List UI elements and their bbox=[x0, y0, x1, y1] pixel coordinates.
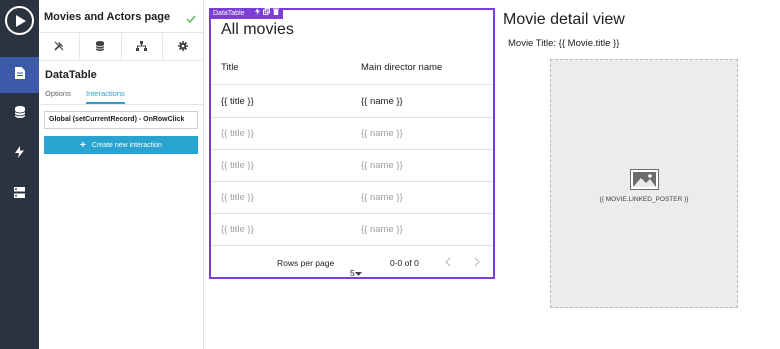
component-name: DataTable bbox=[45, 69, 97, 81]
column-header-title[interactable]: Title bbox=[221, 62, 239, 73]
title-cell: {{ title }} bbox=[221, 128, 254, 139]
poster-caption: {{ MOVIE.LINKED_POSTER }} bbox=[599, 196, 689, 203]
title-cell: {{ title }} bbox=[221, 224, 254, 235]
inspector-toolbar bbox=[39, 32, 203, 61]
page-title: Movies and Actors page bbox=[44, 11, 171, 23]
play-icon[interactable] bbox=[5, 6, 34, 35]
left-rail bbox=[0, 0, 39, 349]
inspector-panel: Movies and Actors page DataTable Options… bbox=[39, 0, 204, 349]
settings-tab-button[interactable] bbox=[163, 33, 203, 60]
director-cell: {{ name }} bbox=[361, 128, 403, 139]
title-cell: {{ title }} bbox=[221, 160, 254, 171]
datatable-component[interactable]: DataTable All movies Title Main director… bbox=[209, 8, 495, 279]
table-row[interactable]: {{ title }} {{ name }} bbox=[211, 86, 493, 118]
pages-nav-button[interactable] bbox=[0, 57, 39, 93]
hierarchy-icon bbox=[136, 38, 148, 56]
tab-options[interactable]: Options bbox=[45, 89, 71, 102]
rows-per-page-label: Rows per page bbox=[277, 258, 335, 268]
create-interaction-label: Create new interaction bbox=[91, 141, 162, 149]
table-heading: All movies bbox=[221, 21, 294, 38]
page-icon bbox=[14, 66, 25, 84]
inspector-tabs: Options Interactions bbox=[39, 88, 203, 105]
component-badge: DataTable bbox=[209, 8, 283, 19]
detail-view-title: Movie detail view bbox=[503, 11, 625, 28]
create-interaction-button[interactable]: + Create new interaction bbox=[44, 136, 198, 154]
lightning-icon[interactable] bbox=[254, 8, 260, 19]
director-cell: {{ name }} bbox=[361, 192, 403, 203]
actions-nav-button[interactable] bbox=[0, 136, 39, 172]
gear-icon bbox=[177, 38, 188, 56]
page-range: 0-0 of 0 bbox=[390, 258, 419, 268]
duplicate-icon[interactable] bbox=[262, 8, 270, 19]
caret-down-icon bbox=[350, 268, 362, 278]
data-tab-button[interactable] bbox=[80, 33, 122, 60]
lightning-icon bbox=[15, 145, 24, 163]
tab-interactions[interactable]: Interactions bbox=[86, 89, 125, 104]
component-badge-label: DataTable bbox=[213, 10, 245, 17]
table-header: Title Main director name bbox=[211, 54, 493, 85]
trash-icon[interactable] bbox=[272, 8, 279, 19]
app-root: Movies and Actors page DataTable Options… bbox=[0, 0, 780, 349]
plus-icon: + bbox=[80, 139, 86, 151]
title-cell: {{ title }} bbox=[221, 96, 254, 107]
next-page-icon[interactable] bbox=[474, 257, 480, 269]
table-row[interactable]: {{ title }} {{ name }} bbox=[211, 182, 493, 214]
director-cell: {{ name }} bbox=[361, 160, 403, 171]
servers-nav-button[interactable] bbox=[0, 176, 39, 212]
check-icon bbox=[186, 10, 196, 28]
table-row[interactable]: {{ title }} {{ name }} bbox=[211, 118, 493, 150]
table-row[interactable]: {{ title }} {{ name }} bbox=[211, 150, 493, 182]
director-cell: {{ name }} bbox=[361, 224, 403, 235]
wrench-icon bbox=[54, 38, 64, 56]
title-cell: {{ title }} bbox=[221, 192, 254, 203]
hierarchy-tab-button[interactable] bbox=[122, 33, 163, 60]
table-pagination: Rows per page 5 0-0 of 0 bbox=[211, 248, 493, 278]
image-icon bbox=[630, 169, 659, 195]
table-row[interactable]: {{ title }} {{ name }} bbox=[211, 214, 493, 246]
tools-tab-button[interactable] bbox=[39, 33, 81, 60]
database-icon bbox=[14, 105, 25, 123]
server-icon bbox=[14, 185, 25, 203]
database-icon bbox=[96, 38, 105, 56]
column-header-director[interactable]: Main director name bbox=[361, 62, 442, 73]
prev-page-icon[interactable] bbox=[445, 257, 451, 269]
interaction-field[interactable]: Global (setCurrentRecord) - OnRowClick bbox=[44, 111, 198, 129]
poster-image-placeholder[interactable]: {{ MOVIE.LINKED_POSTER }} bbox=[550, 59, 738, 308]
director-cell: {{ name }} bbox=[361, 96, 403, 107]
data-nav-button[interactable] bbox=[0, 96, 39, 132]
movie-title-text: Movie Title: {{ Movie.title }} bbox=[508, 38, 620, 49]
